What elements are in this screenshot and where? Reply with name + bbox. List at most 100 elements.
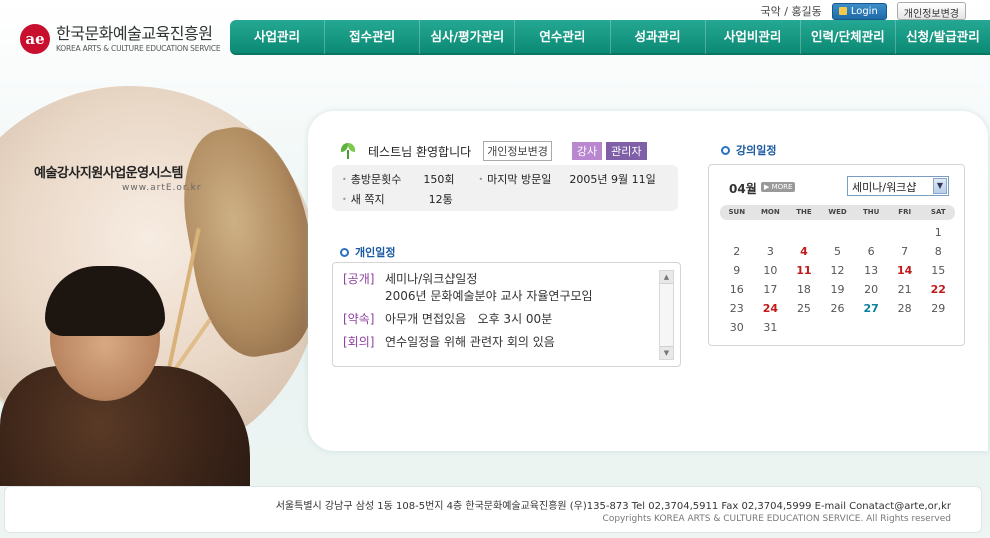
new-notes-label: 새 쪽지	[350, 193, 385, 206]
calendar: 04월 ▶ MORE 세미나/워크샵 ▼ SUN MON THE WED THU…	[708, 164, 965, 346]
bullet-icon: •	[478, 174, 484, 184]
nav-item-budget[interactable]: 사업비관리	[706, 19, 801, 54]
calendar-day[interactable]: 27	[854, 299, 888, 318]
login-label: Login	[850, 5, 878, 17]
edit-profile-link[interactable]: 개인정보변경	[483, 141, 552, 161]
schedule-type-select[interactable]: 세미나/워크샵 ▼	[847, 176, 949, 196]
current-user-text: 국악 / 홍길동	[760, 5, 822, 18]
chevron-down-icon[interactable]: ▼	[933, 178, 947, 194]
calendar-day[interactable]: 1	[921, 223, 955, 242]
visit-info: • 총방문횟수 150회 • 마지막 방문일 2005년 9월 11일 • 새 …	[332, 165, 678, 211]
bullet-icon: •	[342, 194, 347, 204]
schedule-tag: [약속]	[343, 312, 375, 326]
calendar-day[interactable]: 29	[921, 299, 955, 318]
edit-profile-button[interactable]: 개인정보변경	[896, 2, 966, 20]
footer-address: 서울특별시 강남구 삼성 1동 108-5번지 4층 한국문화예술교육진흥원 (…	[275, 501, 951, 512]
weekday-label: THE	[796, 208, 812, 216]
bullet-icon: •	[342, 174, 347, 184]
schedule-type-value: 세미나/워크샵	[852, 181, 917, 194]
calendar-day[interactable]: 9	[720, 261, 754, 280]
calendar-day[interactable]: 7	[888, 242, 922, 261]
calendar-more-button[interactable]: ▶ MORE	[761, 182, 796, 192]
calendar-weekday-header: SUN MON THE WED THU FRI SAT	[720, 205, 955, 220]
schedule-item[interactable]: [공개] 세미나/워크샵일정 2006년 문화예술분야 교사 자율연구모임	[343, 271, 653, 305]
nav-item-training[interactable]: 연수관리	[515, 19, 611, 54]
scroll-down-icon[interactable]: ▼	[660, 346, 673, 359]
calendar-day[interactable]: 3	[754, 242, 788, 261]
schedule-item[interactable]: [회의] 연수일정을 위해 관련자 회의 있음	[343, 334, 653, 351]
sprout-icon	[338, 141, 358, 161]
calendar-day[interactable]	[754, 223, 788, 242]
nav-item-business[interactable]: 사업관리	[230, 19, 326, 54]
calendar-day[interactable]: 16	[720, 280, 754, 299]
logo-mark: ae	[20, 24, 50, 54]
calendar-day[interactable]	[821, 318, 855, 337]
new-notes-value[interactable]: 12통	[429, 191, 453, 207]
calendar-day[interactable]: 26	[821, 299, 855, 318]
schedule-subtext: 2006년 문화예술분야 교사 자율연구모임	[385, 289, 593, 303]
calendar-day[interactable]	[888, 223, 922, 242]
calendar-day[interactable]: 12	[821, 261, 855, 280]
calendar-day[interactable]: 22	[921, 280, 955, 299]
top-utility-bar: 국악 / 홍길동 Login 개인정보변경	[760, 2, 966, 20]
role-admin-badge[interactable]: 관리자	[606, 142, 647, 160]
calendar-day[interactable]: 30	[720, 318, 754, 337]
hero-photo	[0, 86, 320, 486]
welcome-message: 테스트님 환영합니다	[368, 144, 472, 159]
calendar-day[interactable]: 8	[921, 242, 955, 261]
calendar-day[interactable]: 23	[720, 299, 754, 318]
calendar-day[interactable]: 14	[888, 261, 922, 280]
schedule-scrollbar[interactable]: ▲ ▼	[659, 270, 674, 360]
main-navigation: 사업관리 접수관리 심사/평가관리 연수관리 성과관리 사업비관리 인력/단체관…	[230, 19, 990, 55]
calendar-day[interactable]: 2	[720, 242, 754, 261]
calendar-day[interactable]	[821, 223, 855, 242]
calendar-day[interactable]: 5	[821, 242, 855, 261]
calendar-day[interactable]: 20	[854, 280, 888, 299]
scroll-up-icon[interactable]: ▲	[660, 271, 673, 284]
calendar-day[interactable]: 19	[821, 280, 855, 299]
calendar-week: 30 31	[720, 318, 955, 337]
nav-item-reception[interactable]: 접수관리	[325, 19, 421, 54]
calendar-day[interactable]: 15	[921, 261, 955, 280]
last-visit-value: 2005년 9월 11일	[569, 173, 656, 186]
calendar-day[interactable]	[854, 318, 888, 337]
calendar-day[interactable]	[854, 223, 888, 242]
role-instructor-badge[interactable]: 강사	[571, 142, 603, 160]
nav-item-performance[interactable]: 성과관리	[611, 19, 706, 54]
lecture-schedule-title: 강의일정	[721, 142, 776, 158]
calendar-day[interactable]: 21	[888, 280, 922, 299]
calendar-day[interactable]: 18	[787, 280, 821, 299]
calendar-day[interactable]: 11	[787, 261, 821, 280]
nav-item-application[interactable]: 신청/발급관리	[896, 19, 990, 54]
nav-item-review[interactable]: 심사/평가관리	[420, 19, 516, 54]
logo-korean-text: 한국문화예술교육진흥원	[56, 24, 213, 44]
calendar-day[interactable]: 10	[754, 261, 788, 280]
calendar-day[interactable]	[720, 223, 754, 242]
calendar-day[interactable]	[787, 223, 821, 242]
weekday-label: FRI	[898, 208, 912, 216]
personal-schedule-title: 개인일정	[340, 244, 395, 260]
calendar-day[interactable]	[787, 318, 821, 337]
schedule-item[interactable]: [약속] 아무개 면접있음 오후 3시 00분	[343, 311, 653, 328]
calendar-day[interactable]: 13	[854, 261, 888, 280]
login-button[interactable]: Login	[831, 2, 887, 20]
schedule-text: 연수일정을 위해 관련자 회의 있음	[385, 335, 555, 349]
calendar-day[interactable]: 17	[754, 280, 788, 299]
calendar-day[interactable]: 25	[787, 299, 821, 318]
logo[interactable]: ae 한국문화예술교육진흥원 KOREA ARTS & CULTURE EDUC…	[20, 24, 221, 54]
weekday-label: SAT	[930, 208, 946, 216]
calendar-day[interactable]: 6	[854, 242, 888, 261]
calendar-day[interactable]: 24	[754, 299, 788, 318]
nav-item-personnel[interactable]: 인력/단체관리	[801, 19, 896, 54]
weekday-label: SUN	[728, 208, 746, 216]
weekday-label: THU	[862, 208, 880, 216]
calendar-day[interactable]	[888, 318, 922, 337]
calendar-day[interactable]	[921, 318, 955, 337]
calendar-day[interactable]: 31	[754, 318, 788, 337]
total-visits-label: 총방문횟수	[350, 173, 402, 186]
calendar-day[interactable]: 4	[787, 242, 821, 261]
calendar-week: 23 24 25 26 27 28 29	[720, 299, 955, 318]
schedule-tag: [공개]	[343, 272, 375, 286]
calendar-day[interactable]: 28	[888, 299, 922, 318]
calendar-grid: 1 2 3 4 5 6 7 8 9 10 11 12 13 14 15 16 1…	[720, 223, 955, 337]
